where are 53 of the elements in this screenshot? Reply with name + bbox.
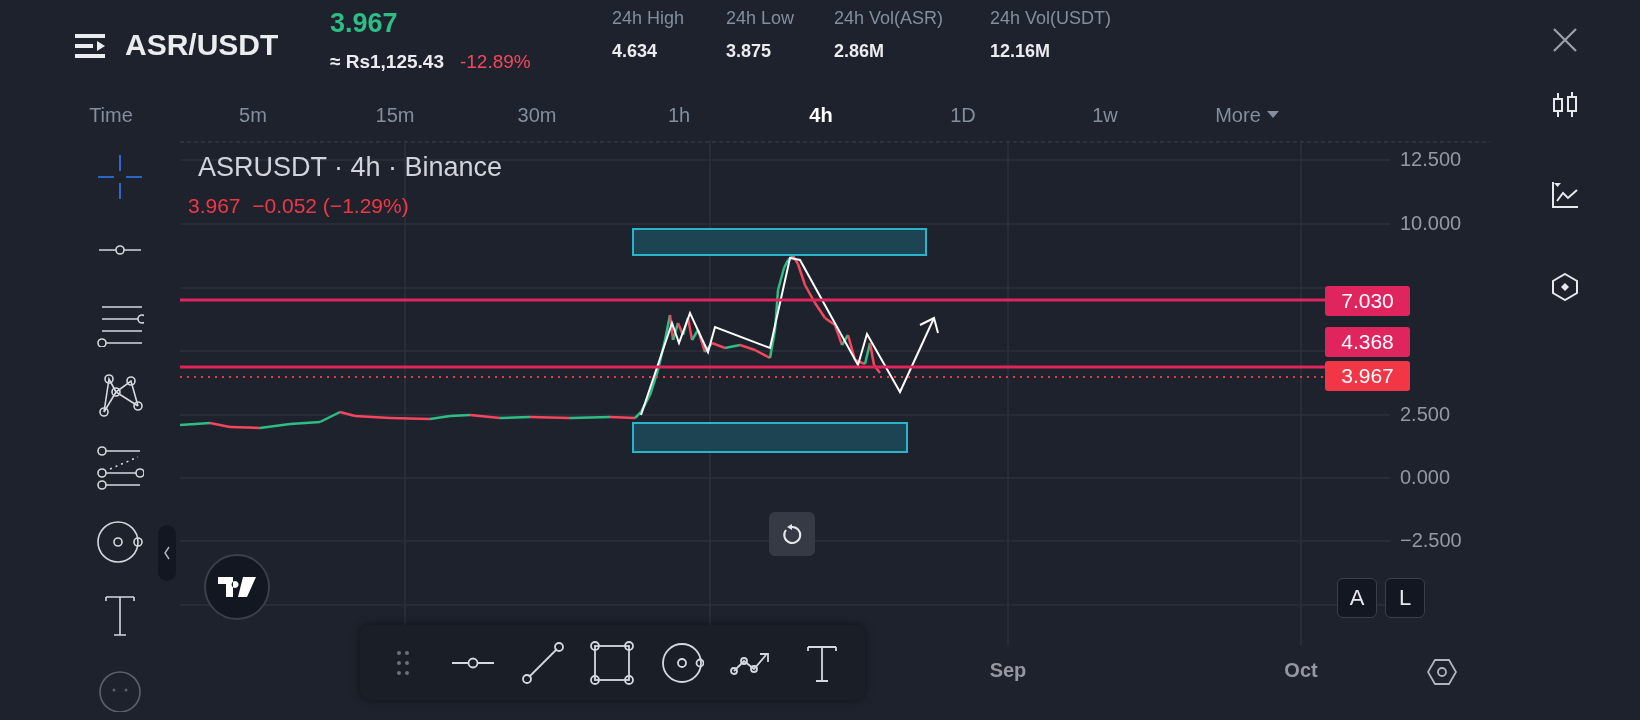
line-chart-icon[interactable] (1551, 181, 1579, 209)
price-label: 4.368 (1325, 327, 1410, 357)
axis-label: 10.000 (1400, 212, 1462, 235)
hexagon-icon[interactable] (1552, 273, 1578, 301)
price-label: 7.030 (1325, 286, 1410, 316)
symbol-legend: ASRUSDT · 4h · Binance (198, 152, 503, 183)
stat-label: 24h Low (726, 8, 796, 29)
caret-icon (1266, 111, 1279, 119)
interval-tab[interactable]: 30m (466, 99, 608, 131)
price-change: -12.89% (459, 51, 531, 73)
pattern-tool-icon[interactable] (96, 372, 144, 420)
interval-tab[interactable]: More (1176, 99, 1318, 131)
close-icon[interactable] (1552, 27, 1578, 53)
price-label: 3.967 (1325, 361, 1410, 391)
scale-button[interactable]: L (1385, 578, 1425, 618)
price-change-legend: 3.967 −0.052 (−1.29%) (188, 194, 409, 218)
circle-tool-icon[interactable] (96, 518, 144, 566)
stat-value: 2.86M (834, 41, 886, 62)
stat-value: 3.875 (726, 41, 773, 62)
stat-label: 24h Vol(USDT) (990, 8, 1113, 29)
stat-label: 24h High (612, 8, 686, 29)
fib-tool-icon[interactable] (96, 445, 144, 493)
reset-icon (781, 523, 803, 545)
stat-value: 12.16M (990, 41, 1052, 62)
interval-tab[interactable]: 4h (750, 99, 892, 131)
stat-label: 24h Vol(ASR) (834, 8, 945, 29)
pair-title: ASR/USDT (125, 28, 280, 62)
scale-button[interactable]: A (1337, 578, 1377, 618)
menu-icon[interactable] (75, 34, 107, 58)
axis-label: 2.500 (1400, 403, 1451, 426)
trend-line-tool-icon[interactable] (520, 640, 565, 685)
last-price: 3.967 (330, 8, 399, 39)
collapse-handle[interactable] (158, 525, 176, 581)
axis-label: 0.000 (1400, 466, 1451, 489)
axis-label: 12.500 (1400, 148, 1462, 171)
logo-icon (218, 577, 256, 597)
reset-button[interactable] (769, 512, 815, 556)
interval-tab[interactable]: 15m (324, 99, 466, 131)
axis-label: −2.500 (1400, 529, 1462, 552)
axis-label: Sep (988, 659, 1028, 682)
crosshair-tool-icon[interactable] (96, 153, 144, 201)
rectangle-tool-icon[interactable] (590, 640, 635, 685)
interval-tab[interactable]: 1h (608, 99, 750, 131)
interval-tab[interactable]: 1w (1034, 99, 1176, 131)
interval-tab[interactable]: 1D (892, 99, 1034, 131)
axis-label: Oct (1283, 659, 1319, 682)
candlestick-icon[interactable] (1552, 91, 1578, 119)
stat-value: 4.634 (612, 41, 659, 62)
interval-tab[interactable]: Time (40, 99, 182, 131)
settings-icon[interactable] (1427, 657, 1457, 687)
circle-tool-icon[interactable] (660, 640, 705, 685)
interval-tab[interactable]: 5m (182, 99, 324, 131)
fiat-price: ≈ Rs1,125.43 (330, 51, 444, 73)
